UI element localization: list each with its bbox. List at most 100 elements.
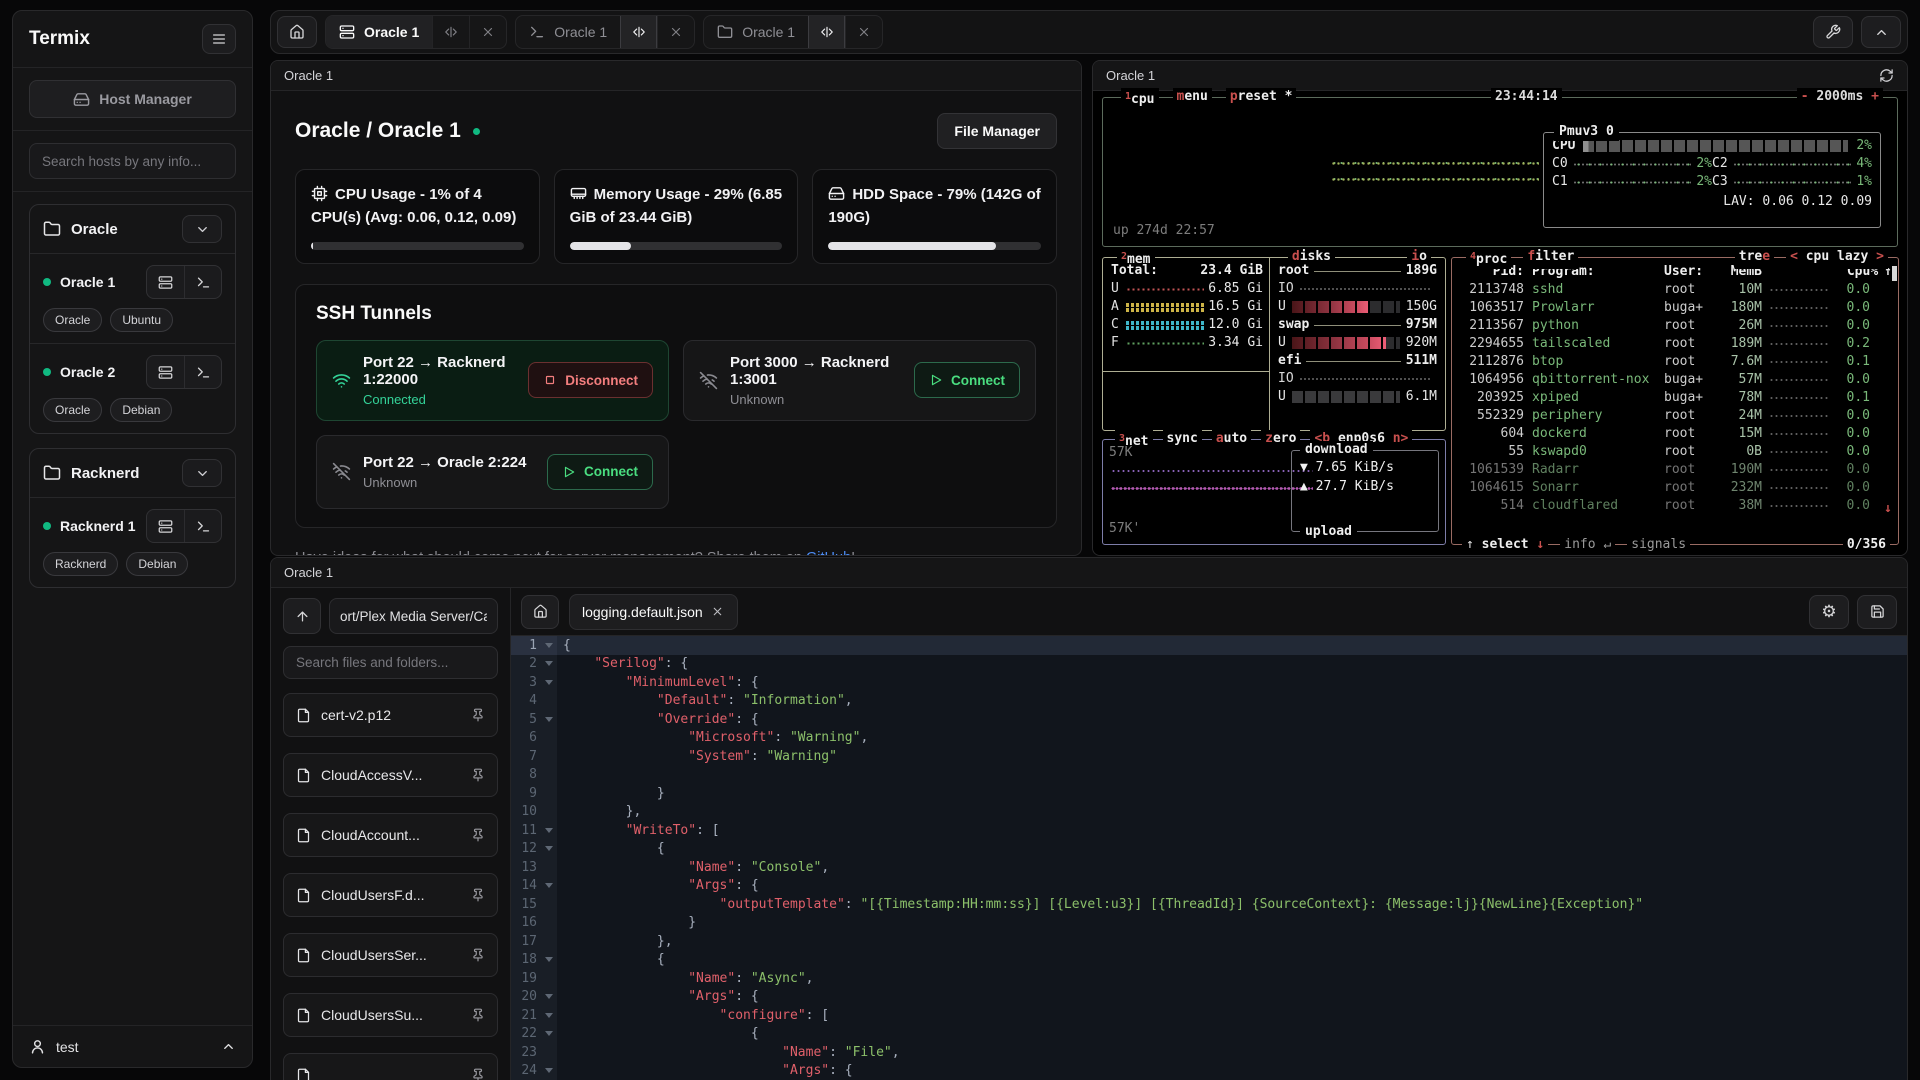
folder-collapse-button[interactable] <box>182 215 222 243</box>
breadcrumb: Oracle / Oracle 1 <box>295 119 461 143</box>
pin-icon[interactable] <box>471 1068 485 1080</box>
close-icon <box>481 25 495 39</box>
tab-label: Oracle 1 <box>364 24 419 40</box>
tab-split-button-active[interactable] <box>620 16 657 48</box>
editor-settings-button[interactable]: ⚙ <box>1809 595 1849 629</box>
tab-close-button[interactable] <box>657 16 694 48</box>
hdd-space-card: HDD Space - 79% (142G of 190G) <box>812 169 1057 264</box>
tab-label-button[interactable]: Oracle 1 <box>516 16 620 48</box>
tunnel-route: Port 3000 → Racknerd 1:3001 <box>730 354 902 388</box>
editor-home-button[interactable] <box>521 595 559 629</box>
editor-tab-close-button[interactable] <box>703 598 733 626</box>
play-icon <box>562 465 576 479</box>
tab-split-button[interactable] <box>432 16 469 48</box>
host-terminal-button[interactable] <box>184 266 221 298</box>
code-line: 8 <box>511 766 1907 785</box>
host-tag: Debian <box>126 552 188 576</box>
pin-icon[interactable] <box>471 768 485 782</box>
memory-row: F 3.34 Gi <box>1111 334 1263 352</box>
core-grid: C0 2% C2 4% C1 <box>1552 155 1872 191</box>
host-server-button[interactable] <box>147 356 184 388</box>
file-icon <box>296 1008 311 1023</box>
folder-icon <box>717 24 733 40</box>
pin-icon[interactable] <box>471 948 485 962</box>
host-row[interactable]: Oracle 2 Oracle <box>30 343 235 433</box>
memory-usage-card: Memory Usage - 29% (6.85 GiB of 23.44 Gi… <box>554 169 799 264</box>
core-row: C0 2% <box>1552 155 1712 173</box>
cpu-graph <box>1331 176 1539 182</box>
clock: 23:44:14 <box>1491 88 1562 106</box>
file-icon <box>296 948 311 963</box>
code-line: 1{ <box>511 636 1907 655</box>
host-search-input[interactable] <box>29 143 236 179</box>
tab-oracle1-stats: Oracle 1 <box>325 15 507 49</box>
close-icon <box>857 25 871 39</box>
split-view-icon <box>444 25 458 39</box>
file-item[interactable]: CloudUsersF.d... <box>283 873 498 917</box>
host-row[interactable]: Racknerd 1 Racknerd <box>30 497 235 587</box>
process-list: 2113748 sshd root 10M 0.0 1063517 Prowla… <box>1452 281 1898 515</box>
code-editor[interactable]: 1{2 "Serilog": {3 "MinimumLevel": {4 "De… <box>511 636 1907 1080</box>
tab-close-button[interactable] <box>469 16 506 48</box>
host-server-button[interactable] <box>147 266 184 298</box>
host-row[interactable]: Oracle 1 Oracle <box>30 253 235 343</box>
scroll-down-indicator: ↓ <box>1884 500 1892 518</box>
pin-icon[interactable] <box>471 1008 485 1022</box>
refresh-icon[interactable] <box>1879 68 1894 83</box>
connect-button[interactable]: Connect <box>547 454 653 490</box>
process-row: 1064615 Sonarr root 232M 0.0 <box>1452 479 1898 497</box>
user-icon <box>29 1038 46 1055</box>
process-row: 2294655 tailscaled root 189M 0.2 <box>1452 335 1898 353</box>
connect-button[interactable]: Connect <box>914 362 1020 398</box>
play-icon <box>929 373 943 387</box>
file-item[interactable]: CloudAccount... <box>283 813 498 857</box>
file-manager-button[interactable]: File Manager <box>937 113 1057 149</box>
folder-card-racknerd: Racknerd Racknerd 1 <box>29 448 236 588</box>
code-line: 4 "Default": "Information", <box>511 692 1907 711</box>
pin-icon[interactable] <box>471 828 485 842</box>
folder-collapse-button[interactable] <box>182 459 222 487</box>
pin-icon[interactable] <box>471 888 485 902</box>
home-icon <box>533 604 548 619</box>
file-search-input[interactable] <box>283 646 498 679</box>
file-item[interactable]: cert-v2.p12 <box>283 693 498 737</box>
tab-label-button[interactable]: Oracle 1 <box>326 16 432 48</box>
file-item[interactable] <box>283 1053 498 1080</box>
pin-icon[interactable] <box>471 708 485 722</box>
tab-label-button[interactable]: Oracle 1 <box>704 16 808 48</box>
tab-close-button[interactable] <box>845 16 882 48</box>
editor-file-tab[interactable]: logging.default.json <box>569 594 738 630</box>
collapse-tabbar-button[interactable] <box>1861 16 1901 48</box>
process-row: 2112876 btop root 7.6M 0.1 <box>1452 353 1898 371</box>
github-link[interactable]: GitHub <box>806 550 851 557</box>
host-name: Oracle 2 <box>60 364 137 380</box>
tab-split-button-active[interactable] <box>808 16 845 48</box>
terminal-screen[interactable]: 1cpu menu preset * 23:44:14 - 2000ms + P… <box>1093 91 1907 555</box>
tunnel-status: Connected <box>363 392 516 407</box>
tools-button[interactable] <box>1813 16 1853 48</box>
file-icon <box>296 1068 311 1080</box>
wrench-icon <box>1825 24 1841 40</box>
sidebar-menu-button[interactable] <box>202 24 236 54</box>
process-row: 55 kswapd0 root 0B 0.0 <box>1452 443 1898 461</box>
wifi-off-icon <box>699 371 718 390</box>
stat-text: Memory Usage - 29% (6.85 GiB of 23.44 Gi… <box>570 186 782 226</box>
home-button[interactable] <box>277 16 317 48</box>
host-manager-button[interactable]: Host Manager <box>29 80 236 118</box>
file-item[interactable]: CloudUsersSer... <box>283 933 498 977</box>
host-server-button[interactable] <box>147 510 184 542</box>
tunnel-route: Port 22 → Racknerd 1:22000 <box>363 354 516 388</box>
parent-directory-button[interactable] <box>283 598 321 634</box>
code-line: 24 "Args": { <box>511 1062 1907 1080</box>
path-input[interactable] <box>329 598 498 634</box>
user-menu[interactable]: test <box>13 1025 252 1067</box>
disconnect-button[interactable]: Disconnect <box>528 362 653 398</box>
file-item[interactable]: CloudUsersSu... <box>283 993 498 1037</box>
host-terminal-button[interactable] <box>184 356 221 388</box>
code-line: 16 } <box>511 914 1907 933</box>
proc-scrollbar-thumb[interactable] <box>1892 266 1897 281</box>
host-terminal-button[interactable] <box>184 510 221 542</box>
code-line: 20 "Args": { <box>511 988 1907 1007</box>
file-item[interactable]: CloudAccessV... <box>283 753 498 797</box>
editor-save-button[interactable] <box>1857 595 1897 629</box>
